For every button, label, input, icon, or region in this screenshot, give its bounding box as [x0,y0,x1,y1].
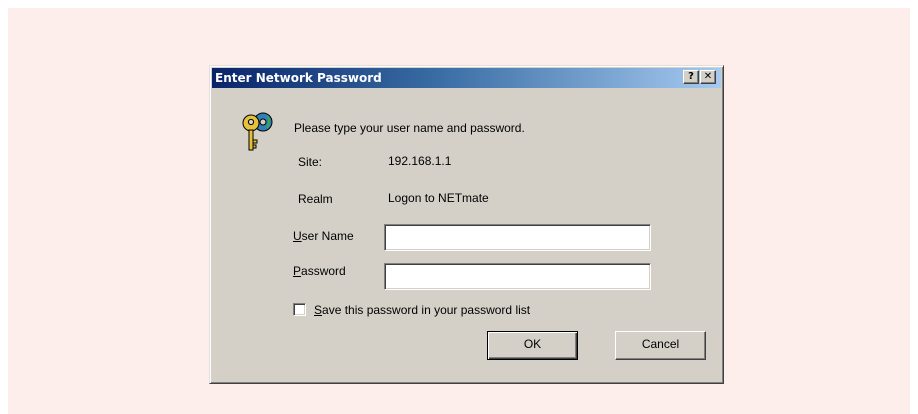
password-input[interactable] [384,263,651,290]
dialog-titlebar[interactable]: Enter Network Password ? ✕ [212,68,721,88]
password-label: Password [293,264,346,278]
site-value: 192.168.1.1 [388,154,452,168]
realm-label: Realm [298,192,333,206]
save-password-label[interactable]: Save this password in your password list [314,303,530,317]
help-button[interactable]: ? [683,70,699,84]
username-input[interactable] [384,224,651,251]
prompt-text: Please type your user name and password. [294,121,525,135]
close-button[interactable]: ✕ [700,70,716,84]
username-label-accelerator: U [293,229,302,243]
network-password-dialog: Enter Network Password ? ✕ Please type y… [209,65,724,384]
password-label-accelerator: P [293,264,302,278]
cancel-button[interactable]: Cancel [615,331,706,360]
dialog-title: Enter Network Password [215,71,382,85]
password-label-text: assword [301,264,346,278]
realm-value: Logon to NETmate [388,191,489,205]
save-password-text: ave this password in your password list [322,303,531,317]
username-label: User Name [293,229,354,243]
keys-icon [242,112,273,151]
site-label: Site: [298,155,323,169]
save-password-accelerator: S [314,303,323,317]
save-password-checkbox[interactable] [293,303,306,316]
username-label-text: ser Name [301,229,354,243]
ok-button[interactable]: OK [487,331,578,360]
